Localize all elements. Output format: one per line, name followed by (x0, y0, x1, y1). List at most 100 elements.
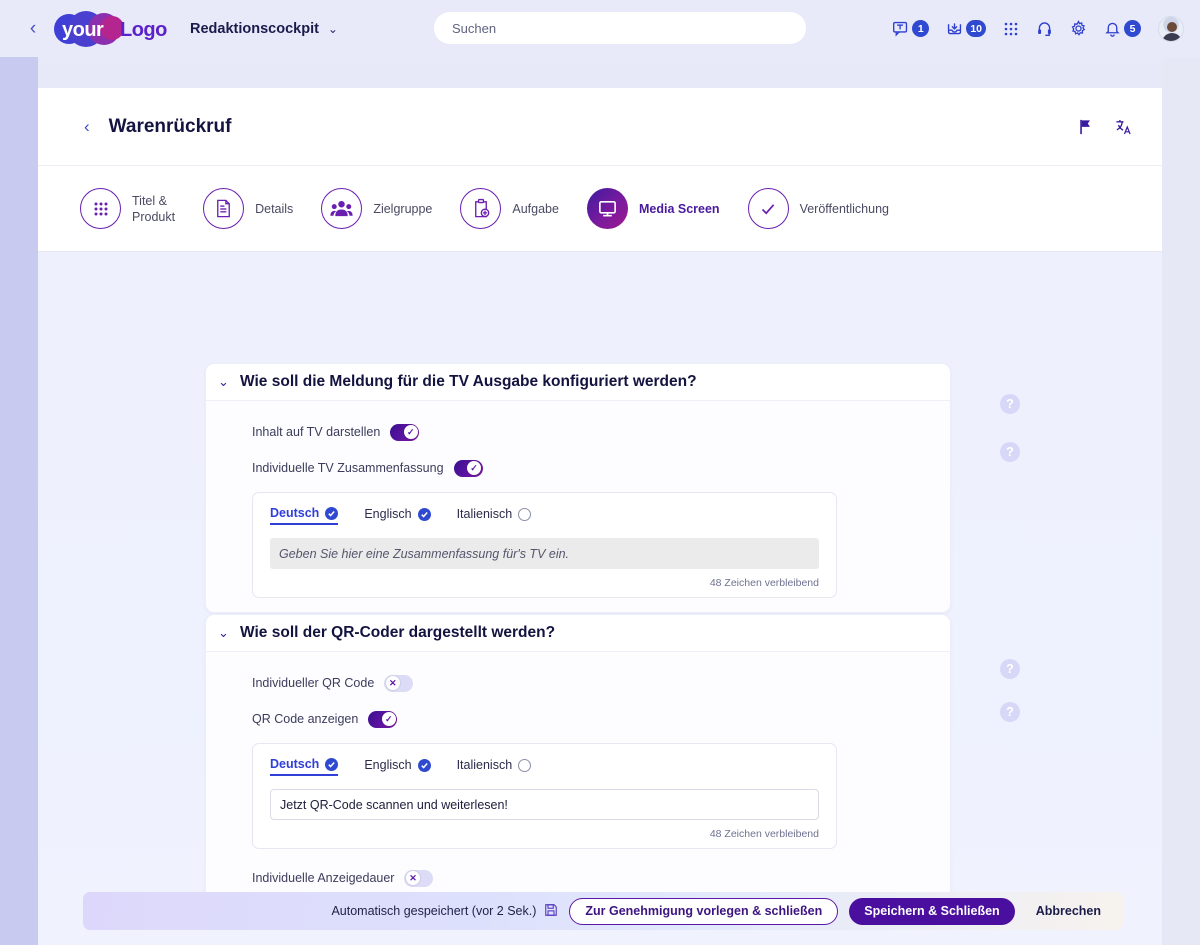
tab-italienisch[interactable]: Italienisch (457, 758, 532, 775)
tab-italienisch[interactable]: Italienisch (457, 507, 532, 524)
card-qr-code-configuration: ⌄ Wie soll der QR-Coder dargestellt werd… (205, 614, 951, 908)
toggle-row-qr-code-anzeigen: QR Code anzeigen ✓ (252, 704, 950, 734)
support-headset-icon[interactable] (1036, 20, 1053, 37)
language-tabs: Deutsch Englisch Italienisch (270, 757, 819, 776)
check-filled-icon (325, 757, 339, 771)
help-icon[interactable]: ? (1000, 394, 1020, 414)
cancel-button[interactable]: Abbrechen (1026, 898, 1111, 925)
step-label: Details (255, 201, 294, 216)
top-navigation-bar: ‹ your Logo Redaktionscockpit ⌄ 1 (0, 0, 1200, 57)
chevron-down-icon: ⌄ (327, 21, 338, 36)
toggle-row-individuelle-anzeigedauer: Individuelle Anzeigedauer ✕ (252, 863, 950, 893)
card-tv-configuration: ⌄ Wie soll die Meldung für die TV Ausgab… (205, 363, 951, 613)
check-empty-icon (518, 758, 532, 772)
check-icon (747, 188, 789, 229)
toggle-knob: ✓ (467, 461, 482, 475)
notifications-bell-icon[interactable]: 5 (1104, 20, 1141, 37)
step-veroeffentlichung[interactable]: Veröffentlichung (747, 188, 889, 229)
chevron-down-icon[interactable]: ⌄ (218, 374, 240, 390)
flag-icon[interactable] (1078, 119, 1093, 135)
tab-deutsch[interactable]: Deutsch (270, 506, 339, 525)
document-icon (203, 188, 245, 229)
card-body: Individueller QR Code ✕ QR Code anzeigen… (206, 652, 950, 907)
step-aufgabe[interactable]: Aufgabe (460, 188, 559, 229)
app-context-label: Redaktionscockpit (190, 20, 319, 37)
language-tabs: Deutsch Englisch Italienisch (270, 506, 819, 525)
check-filled-icon (325, 506, 339, 520)
step-details[interactable]: Details (203, 188, 293, 229)
toggle-knob: ✓ (381, 712, 396, 726)
tab-label: Italienisch (456, 758, 513, 772)
check-filled-icon (417, 507, 431, 521)
toggle-individueller-qr-code[interactable]: ✕ (384, 674, 414, 692)
toggle-inhalt-auf-tv-darstellen[interactable]: ✓ (390, 423, 420, 441)
toggle-row-inhalt-auf-tv: Inhalt auf TV darstellen ✓ (252, 417, 950, 447)
app-logo[interactable]: your Logo (54, 10, 167, 48)
step-zielgruppe[interactable]: Zielgruppe (321, 188, 432, 229)
toggle-label: Individuelle TV Zusammenfassung (252, 461, 444, 475)
inbox-icon[interactable]: 10 (946, 20, 986, 37)
main-panel: ‹ Warenrückruf Titel & Produkt Details Z… (38, 88, 1162, 945)
tab-label: Italienisch (456, 507, 513, 521)
notifications-badge: 5 (1124, 20, 1141, 37)
toggle-individuelle-tv-zusammenfassung[interactable]: ✓ (453, 459, 483, 477)
save-and-close-button[interactable]: Speichern & Schließen (849, 897, 1015, 925)
tab-label: Englisch (364, 758, 412, 772)
character-counter: 48 Zeichen verbleibend (709, 828, 819, 840)
chevron-down-icon[interactable]: ⌄ (218, 625, 240, 641)
step-media-screen[interactable]: Media Screen (586, 188, 720, 229)
card-header[interactable]: ⌄ Wie soll die Meldung für die TV Ausgab… (206, 364, 950, 401)
check-empty-icon (518, 507, 532, 521)
app-context-menu[interactable]: Redaktionscockpit ⌄ (190, 21, 338, 37)
tv-summary-input[interactable]: Geben Sie hier eine Zusammenfassung für'… (270, 538, 819, 569)
tab-deutsch[interactable]: Deutsch (270, 757, 339, 776)
toggle-label: Inhalt auf TV darstellen (252, 425, 381, 439)
card-body: Inhalt auf TV darstellen ✓ Individuelle … (206, 401, 950, 612)
toggle-label: QR Code anzeigen (252, 712, 359, 726)
card-header[interactable]: ⌄ Wie soll der QR-Coder dargestellt werd… (206, 615, 950, 652)
step-label: Titel & Produkt (132, 193, 176, 224)
toggle-knob: ✕ (405, 871, 420, 885)
apps-grid-icon[interactable] (1003, 21, 1019, 37)
messages-icon[interactable]: 1 (892, 20, 930, 37)
step-titel-produkt[interactable]: Titel & Produkt (80, 188, 175, 229)
global-back-icon[interactable]: ‹ (16, 18, 50, 40)
avatar-body (1162, 32, 1182, 41)
logo-word-secondary: Logo (120, 18, 167, 41)
help-icon[interactable]: ? (1000, 659, 1020, 679)
toggle-row-individueller-qr-code: Individueller QR Code ✕ (252, 668, 950, 698)
toggle-label: Individuelle Anzeigedauer (252, 871, 395, 885)
search-input[interactable] (434, 12, 806, 44)
tab-englisch[interactable]: Englisch (364, 758, 431, 775)
settings-gear-icon[interactable] (1070, 20, 1087, 37)
toggle-knob: ✕ (385, 676, 400, 690)
qr-text-input[interactable]: Jetzt QR-Code scannen und weiterlesen! (270, 789, 819, 820)
check-filled-icon (417, 758, 431, 772)
help-icon[interactable]: ? (1000, 442, 1020, 462)
user-avatar[interactable] (1158, 15, 1184, 42)
toggle-qr-code-anzeigen[interactable]: ✓ (368, 710, 398, 728)
card-title: Wie soll die Meldung für die TV Ausgabe … (240, 373, 697, 390)
right-margin-strip (1162, 57, 1200, 945)
page-header-actions (1078, 119, 1132, 135)
tab-label: Deutsch (270, 506, 320, 520)
page-header: ‹ Warenrückruf (38, 88, 1162, 166)
logo-word-primary: your (62, 18, 104, 41)
tab-label: Englisch (364, 507, 412, 521)
save-disk-icon[interactable] (544, 903, 558, 920)
step-label: Zielgruppe (373, 201, 433, 216)
translate-icon[interactable] (1115, 119, 1132, 135)
submit-for-approval-button[interactable]: Zur Genehmigung vorlegen & schließen (569, 897, 839, 925)
qr-text-editor: Deutsch Englisch Italienisch Jetzt QR-Co… (252, 743, 837, 849)
people-group-icon (321, 188, 363, 229)
toggle-individuelle-anzeigedauer[interactable]: ✕ (404, 869, 434, 887)
help-icon[interactable]: ? (1000, 702, 1020, 722)
monitor-icon (586, 188, 628, 229)
page-back-icon[interactable]: ‹ (84, 117, 90, 137)
tab-englisch[interactable]: Englisch (364, 507, 431, 524)
toggle-knob: ✓ (403, 425, 418, 439)
form-action-bar: Automatisch gespeichert (vor 2 Sek.) Zur… (83, 892, 1123, 930)
clipboard-plus-icon (460, 188, 502, 229)
autosave-label: Automatisch gespeichert (vor 2 Sek.) (331, 904, 537, 918)
tv-summary-editor: Deutsch Englisch Italienisch Geben Sie h… (252, 492, 837, 598)
